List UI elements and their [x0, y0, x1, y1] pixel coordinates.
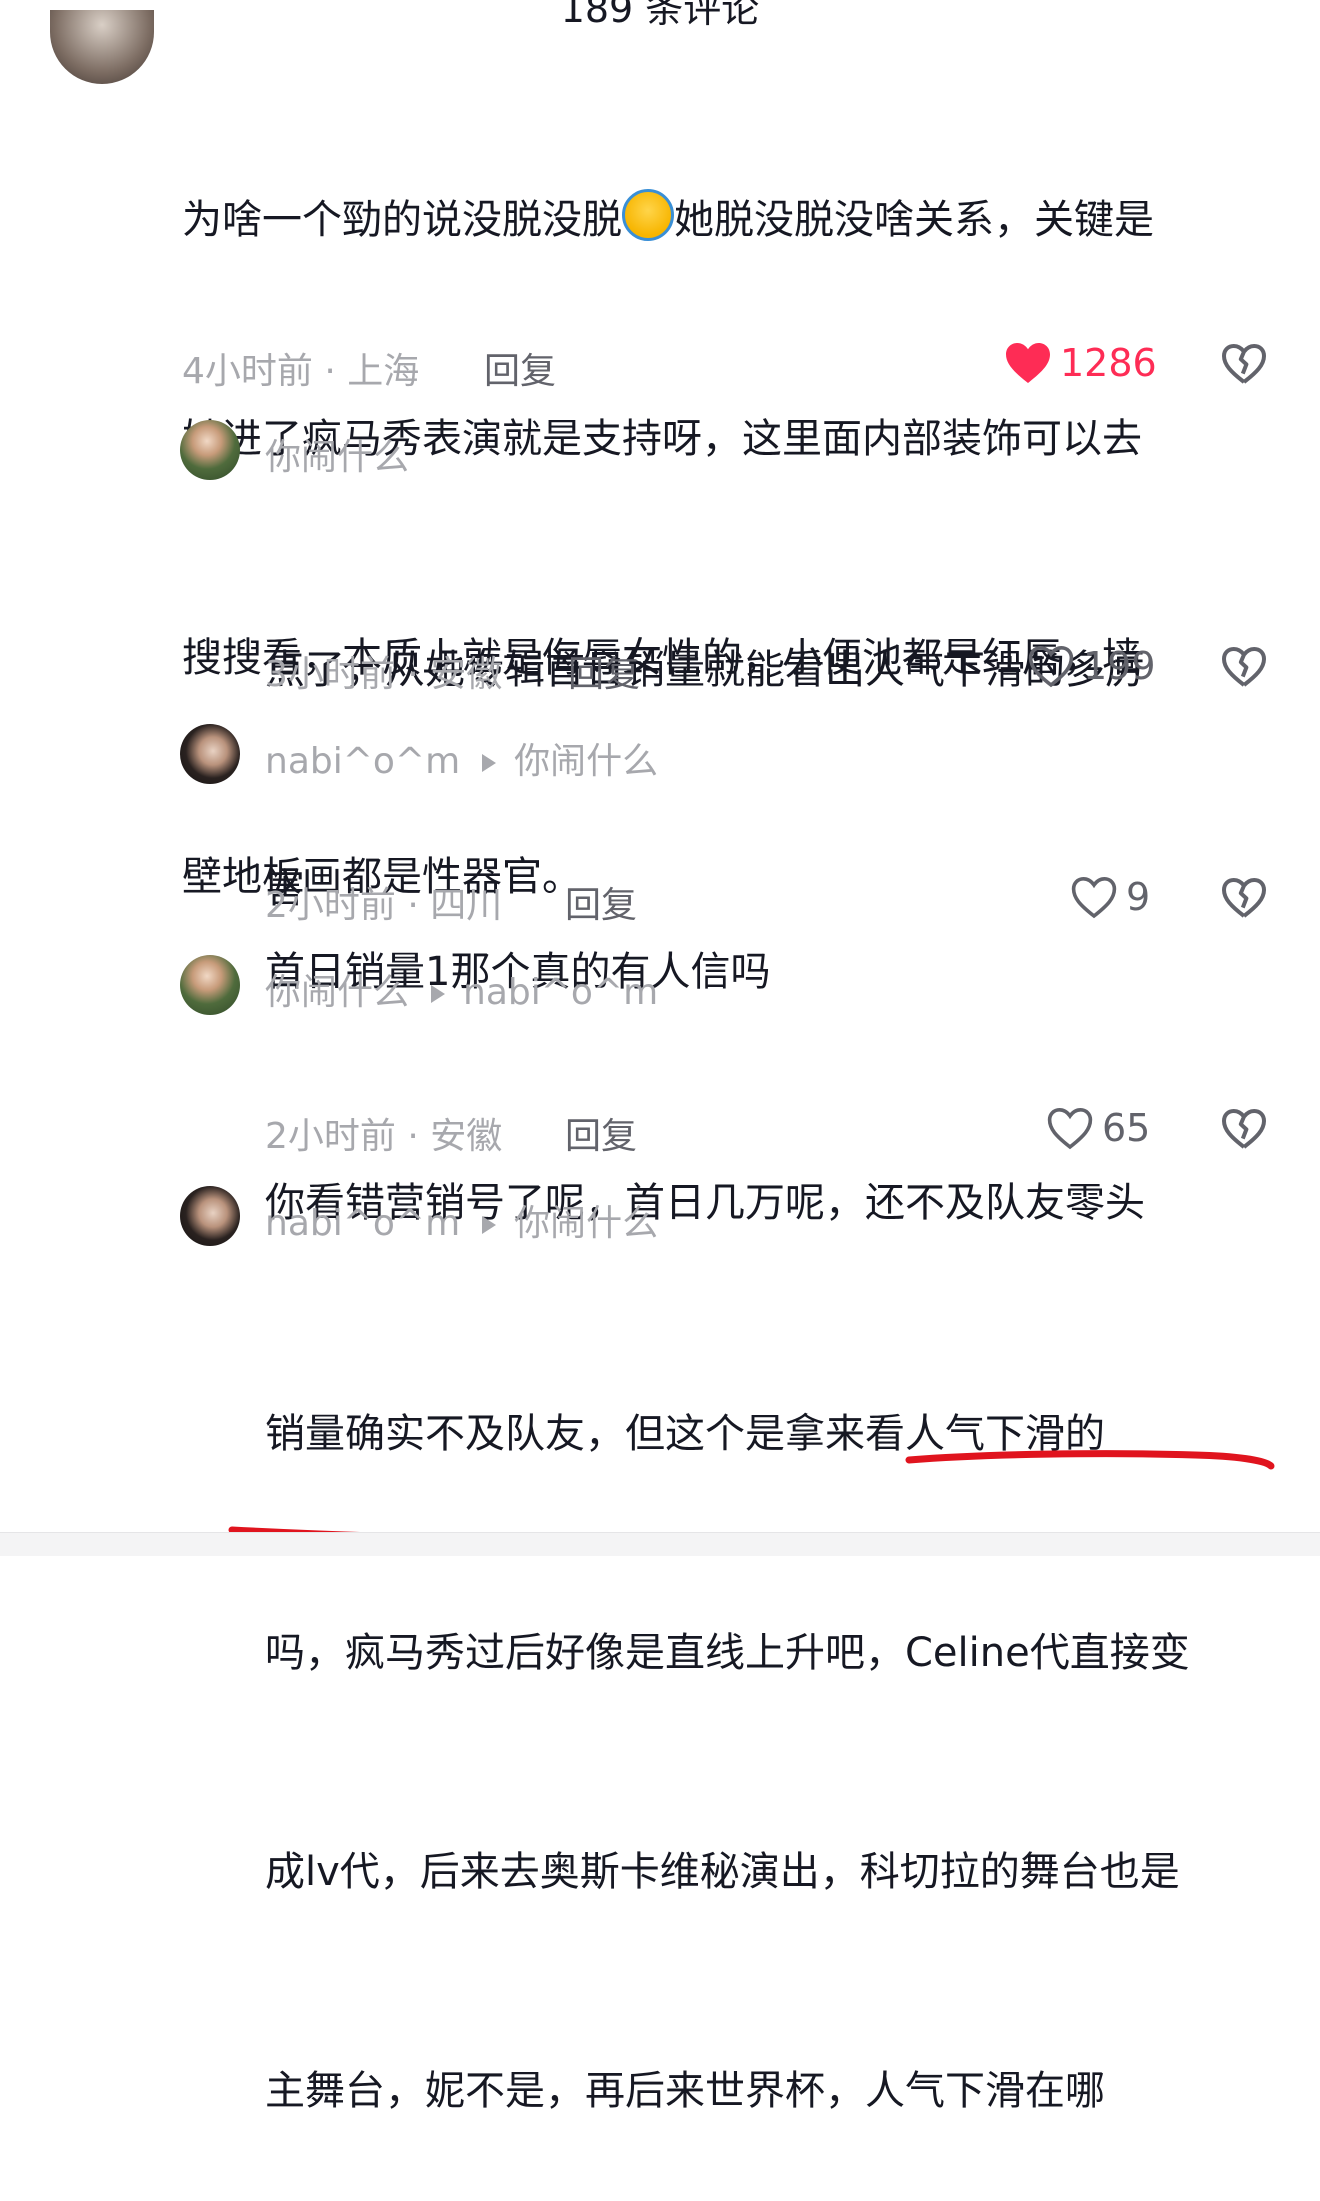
like-button[interactable]: 9	[1070, 874, 1150, 920]
dislike-broken-heart-icon[interactable]	[1220, 1105, 1268, 1153]
reply-meta: 2小时前 · 安徽	[265, 1116, 503, 1157]
like-count: 1286	[1060, 341, 1157, 385]
reply-button[interactable]: 回复	[565, 876, 637, 928]
dislike-broken-heart-icon[interactable]	[1220, 340, 1268, 388]
heart-outline-icon	[1047, 1107, 1093, 1150]
reply-arrow-icon	[431, 985, 446, 1003]
reply-text: 销量确实不及队友，但这个是拿来看人气下滑的 吗，疯马秀过后好像是直线上升吧，Ce…	[265, 1252, 1190, 2201]
like-button[interactable]: 199	[1027, 643, 1156, 689]
reply-button[interactable]: 回复	[565, 1107, 637, 1159]
like-count: 9	[1126, 875, 1151, 919]
reply-to-username[interactable]: 你闹什么	[514, 1203, 658, 1244]
reply-line: 成lv代，后来去奥斯卡维秘演出，科切拉的舞台也是	[265, 1849, 1180, 1895]
dislike-broken-heart-icon[interactable]	[1220, 643, 1268, 691]
reply-arrow-icon	[482, 1216, 497, 1234]
comment-meta: 4小时前 · 上海	[182, 351, 420, 392]
reply-arrow-icon	[482, 754, 497, 772]
reply-to-username[interactable]: nabi^o^m	[463, 972, 658, 1013]
reply-username[interactable]: 你闹什么	[265, 428, 409, 480]
like-count: 65	[1102, 1106, 1151, 1150]
reply-button[interactable]: 回复	[568, 645, 640, 697]
avatar[interactable]	[180, 1186, 240, 1246]
reply-username[interactable]: 你闹什么	[265, 972, 409, 1013]
comments-count-title: 189 条评论	[560, 0, 760, 31]
bottom-input-bar[interactable]	[0, 1532, 1320, 1556]
reply-username-line: nabi^o^m 你闹什么	[265, 732, 658, 784]
avatar[interactable]	[180, 724, 240, 784]
reply-button[interactable]: 回复	[484, 342, 556, 394]
reply-username-line: nabi^o^m 你闹什么	[265, 1194, 658, 1246]
avatar[interactable]	[180, 955, 240, 1015]
avatar[interactable]	[180, 420, 240, 480]
reply-line: 吗，疯马秀过后好像是直线上升吧，Celine代直接变	[265, 1630, 1190, 1676]
like-count: 199	[1083, 644, 1156, 688]
laughing-crying-emoji-icon	[622, 189, 674, 241]
heart-outline-icon	[1028, 645, 1074, 688]
heart-outline-icon	[1071, 876, 1117, 919]
dislike-broken-heart-icon[interactable]	[1220, 874, 1268, 922]
reply-username[interactable]: nabi^o^m	[265, 1203, 460, 1244]
reply-to-username[interactable]: 你闹什么	[514, 741, 658, 782]
reply-username-line: 你闹什么 nabi^o^m	[265, 963, 658, 1015]
reply-line: 主舞台，妮不是，再后来世界杯，人气下滑在哪	[265, 2068, 1105, 2114]
comment-line: 她脱没脱没啥关系，关键是	[674, 197, 1154, 243]
avatar[interactable]	[50, 10, 154, 84]
heart-filled-icon	[1006, 343, 1050, 383]
reply-username[interactable]: nabi^o^m	[265, 741, 460, 782]
reply-meta: 2小时前 · 四川	[265, 885, 503, 926]
red-underline-annotation	[905, 1450, 1275, 1470]
like-button[interactable]: 65	[1046, 1105, 1150, 1151]
comment-line: 为啥一个勁的说没脱没脱	[182, 197, 622, 243]
like-button[interactable]: 1286	[1004, 340, 1157, 386]
reply-meta: 3小时前 · 安徽	[265, 654, 503, 695]
